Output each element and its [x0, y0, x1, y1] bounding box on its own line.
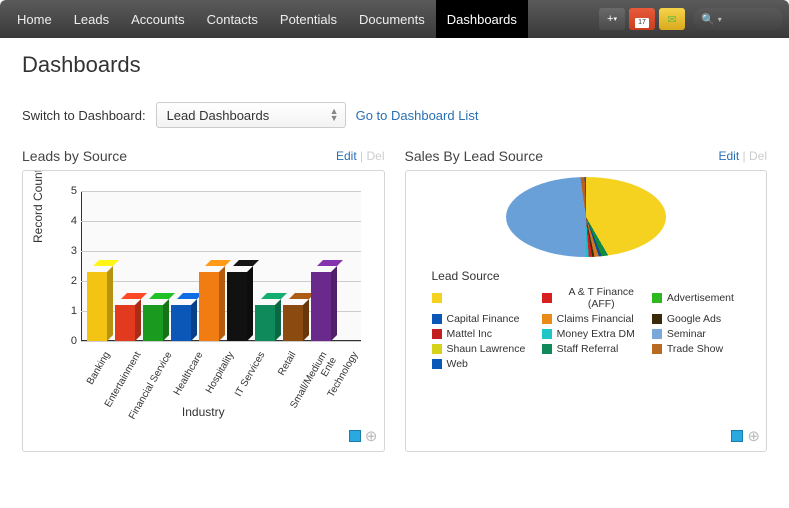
legend-item: Money Extra DM — [542, 328, 646, 340]
bar — [227, 272, 251, 341]
search-input[interactable]: 🔍▾ — [693, 8, 783, 30]
legend-item — [432, 286, 536, 310]
bar — [143, 305, 167, 341]
legend-item: Staff Referral — [542, 343, 646, 355]
calendar-icon[interactable] — [629, 8, 655, 30]
dashboard-list-link[interactable]: Go to Dashboard List — [356, 108, 479, 123]
edit-link-bar[interactable]: Edit — [336, 149, 357, 163]
legend-item: Claims Financial — [542, 313, 646, 325]
bar — [255, 305, 279, 341]
panel-title-pie: Sales By Lead Source — [405, 148, 544, 164]
zoom-icon[interactable]: ⊕ — [365, 427, 378, 445]
bar-chart-panel: Record Count 012345 BankingEntertainment… — [22, 170, 385, 452]
add-icon[interactable]: +▾ — [599, 8, 625, 30]
bar — [171, 305, 195, 341]
color-toggle-icon[interactable] — [731, 430, 743, 442]
pie-chart-panel: Lead Source A & T Finance (AFF)Advertise… — [405, 170, 768, 452]
del-link-pie: Del — [749, 149, 767, 163]
legend-item: Advertisement — [652, 286, 756, 310]
legend-item: Web — [432, 358, 536, 370]
zoom-icon[interactable]: ⊕ — [747, 427, 760, 445]
color-toggle-icon[interactable] — [349, 430, 361, 442]
nav-item-potentials[interactable]: Potentials — [269, 0, 348, 38]
nav-item-home[interactable]: Home — [6, 0, 63, 38]
mail-icon[interactable]: ✉ — [659, 8, 685, 30]
switch-label: Switch to Dashboard: — [22, 108, 146, 123]
bar — [311, 272, 335, 341]
legend-item: Mattel Inc — [432, 328, 536, 340]
legend-item: Trade Show — [652, 343, 756, 355]
nav-item-dashboards[interactable]: Dashboards — [436, 0, 528, 38]
bar — [283, 305, 307, 341]
legend-title: Lead Source — [406, 269, 767, 283]
dashboard-select[interactable]: Lead Dashboards ▲▼ — [156, 102, 346, 128]
legend-item: Seminar — [652, 328, 756, 340]
edit-link-pie[interactable]: Edit — [719, 149, 740, 163]
nav-item-leads[interactable]: Leads — [63, 0, 120, 38]
legend-item: Capital Finance — [432, 313, 536, 325]
panel-title-bar: Leads by Source — [22, 148, 127, 164]
bar — [199, 272, 223, 341]
bar — [115, 305, 139, 341]
chevron-updown-icon: ▲▼ — [330, 108, 339, 122]
nav-item-contacts[interactable]: Contacts — [196, 0, 269, 38]
nav-item-accounts[interactable]: Accounts — [120, 0, 195, 38]
bar — [87, 272, 111, 341]
search-icon: 🔍 — [701, 13, 715, 26]
x-axis-label: Industry — [33, 405, 374, 419]
top-nav: HomeLeadsAccountsContactsPotentialsDocum… — [0, 0, 789, 38]
legend-item: Google Ads — [652, 313, 756, 325]
page-title: Dashboards — [22, 52, 767, 78]
legend-item: Shaun Lawrence — [432, 343, 536, 355]
del-link-bar: Del — [366, 149, 384, 163]
legend-item: A & T Finance (AFF) — [542, 286, 646, 310]
y-axis-label: Record Count — [31, 170, 45, 243]
nav-item-documents[interactable]: Documents — [348, 0, 436, 38]
